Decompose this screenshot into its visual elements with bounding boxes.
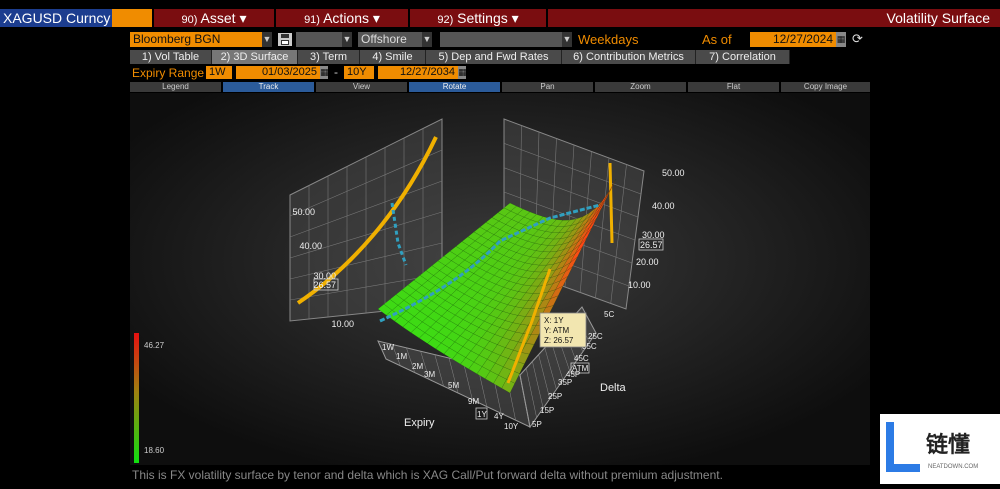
delta-tick: 25C (588, 332, 603, 341)
expiry-tick: 1W (382, 343, 394, 352)
view-button[interactable]: View (316, 82, 407, 92)
calendar-dropdown[interactable] (440, 32, 562, 47)
delta-tick: 45C (574, 354, 589, 363)
tab-dep-fwd-rates[interactable]: 5) Dep and Fwd Rates (426, 50, 562, 64)
save-icon[interactable] (278, 33, 292, 46)
settings-menu[interactable]: 92) Settings ▾ (410, 9, 546, 27)
settings-menu-num: 92) (437, 14, 454, 26)
as-of-label: As of (702, 32, 732, 47)
tab-vol-table[interactable]: 1) Vol Table (130, 50, 212, 64)
z-tick: 20.00 (636, 257, 659, 267)
svg-text:NEATDOWN.COM: NEATDOWN.COM (928, 464, 978, 470)
y-axis-label: Delta (600, 382, 627, 394)
expiry-range-label: Expiry Range (132, 66, 205, 80)
x-axis-label: Expiry (404, 417, 435, 429)
day-count-label: Weekdays (578, 32, 639, 47)
expiry-tick: 10Y (504, 422, 519, 431)
tooltip-z: Z: 26.57 (544, 336, 574, 345)
as-of-date-field[interactable]: 12/27/2024 (750, 32, 836, 47)
tooltip-y: Y: ATM (544, 326, 570, 335)
z-tick: 40.00 (652, 201, 675, 211)
blank-dropdown[interactable] (296, 32, 342, 47)
delta-tick: 5P (532, 420, 542, 429)
right-wall-projection (608, 162, 614, 244)
chevron-down-icon[interactable]: ▼ (562, 32, 572, 47)
delta-tick: 25P (548, 392, 562, 401)
asset-menu[interactable]: 90) Asset ▾ (154, 9, 274, 27)
settings-menu-label: Settings ▾ (457, 10, 519, 26)
z-tick: 50.00 (292, 207, 315, 217)
actions-menu[interactable]: 91) Actions ▾ (276, 9, 408, 27)
z-tick: 30.00 (642, 230, 665, 240)
source-dropdown[interactable]: Bloomberg BGN (130, 32, 262, 47)
from-date-field[interactable]: 01/03/2025 (236, 66, 320, 79)
rotate-button[interactable]: Rotate (409, 82, 500, 92)
tab-term[interactable]: 3) Term (298, 50, 360, 64)
ticker-field[interactable]: XAGUSD Curncy (0, 9, 112, 27)
z-tick: 50.00 (662, 168, 685, 178)
copy-image-button[interactable]: Copy Image (781, 82, 870, 92)
tooltip-x: X: 1Y (544, 316, 564, 325)
z-tick: 40.00 (299, 241, 322, 251)
ticker-input-cursor[interactable] (112, 9, 152, 27)
tab-smile[interactable]: 4) Smile (360, 50, 426, 64)
footer-note: This is FX volatility surface by tenor a… (132, 468, 723, 482)
delta-tick: 15P (540, 406, 554, 415)
track-button[interactable]: Track (223, 82, 314, 92)
delta-tick: 5C (604, 310, 614, 319)
flat-button[interactable]: Flat (688, 82, 779, 92)
svg-text:链懂: 链懂 (926, 432, 970, 457)
colorbar-max: 46.27 (144, 341, 165, 350)
chevron-down-icon[interactable]: ▼ (342, 32, 352, 47)
delta-tick: 35P (558, 378, 572, 387)
expiry-tick: 1Y (477, 410, 487, 419)
page-title: Volatility Surface (548, 9, 1000, 27)
tab-correlation[interactable]: 7) Correlation (696, 50, 790, 64)
chevron-down-icon[interactable]: ▼ (422, 32, 432, 47)
actions-menu-label: Actions ▾ (323, 10, 380, 26)
z-tick: 10.00 (331, 319, 354, 329)
tab-3d-surface[interactable]: 2) 3D Surface (212, 50, 298, 64)
tooltip: X: 1Y Y: ATM Z: 26.57 (539, 312, 587, 348)
tab-contribution-metrics[interactable]: 6) Contribution Metrics (562, 50, 696, 64)
to-tenor-field[interactable]: 10Y (344, 66, 374, 79)
pan-button[interactable]: Pan (502, 82, 593, 92)
expiry-tick: 1M (396, 352, 407, 361)
expiry-tick: 4Y (494, 412, 504, 421)
z-tick: 10.00 (628, 280, 651, 290)
range-dash: - (334, 65, 338, 79)
watermark-logo: 链懂 NEATDOWN.COM (880, 414, 1000, 484)
vol-surface-chart[interactable]: 50.00 40.00 30.00 26.57 10.00 50.00 40.0… (130, 93, 870, 465)
logo-mark: 链懂 NEATDOWN.COM (886, 422, 978, 472)
calendar-icon[interactable]: ▦ (320, 66, 329, 79)
colorbar-gradient (134, 333, 139, 463)
refresh-icon[interactable]: ⟳ (852, 31, 863, 47)
z-marker: 26.57 (313, 280, 336, 290)
expiry-tick: 2M (412, 362, 423, 371)
colorbar-min: 18.60 (144, 446, 165, 455)
z-marker: 26.57 (640, 240, 663, 250)
asset-menu-num: 90) (181, 14, 198, 26)
zoom-button[interactable]: Zoom (595, 82, 686, 92)
actions-menu-num: 91) (304, 14, 320, 26)
calendar-icon[interactable]: ▦ (836, 32, 846, 47)
expiry-tick: 3M (424, 370, 435, 379)
legend-button[interactable]: Legend (130, 82, 221, 92)
asset-menu-label: Asset ▾ (200, 10, 247, 26)
chevron-down-icon[interactable]: ▼ (262, 32, 272, 47)
calendar-icon[interactable]: ▦ (458, 66, 467, 79)
expiry-tick: 9M (468, 397, 479, 406)
from-tenor-field[interactable]: 1W (206, 66, 232, 79)
market-dropdown[interactable]: Offshore (358, 32, 422, 47)
expiry-tick: 5M (448, 381, 459, 390)
to-date-field[interactable]: 12/27/2034 (378, 66, 458, 79)
